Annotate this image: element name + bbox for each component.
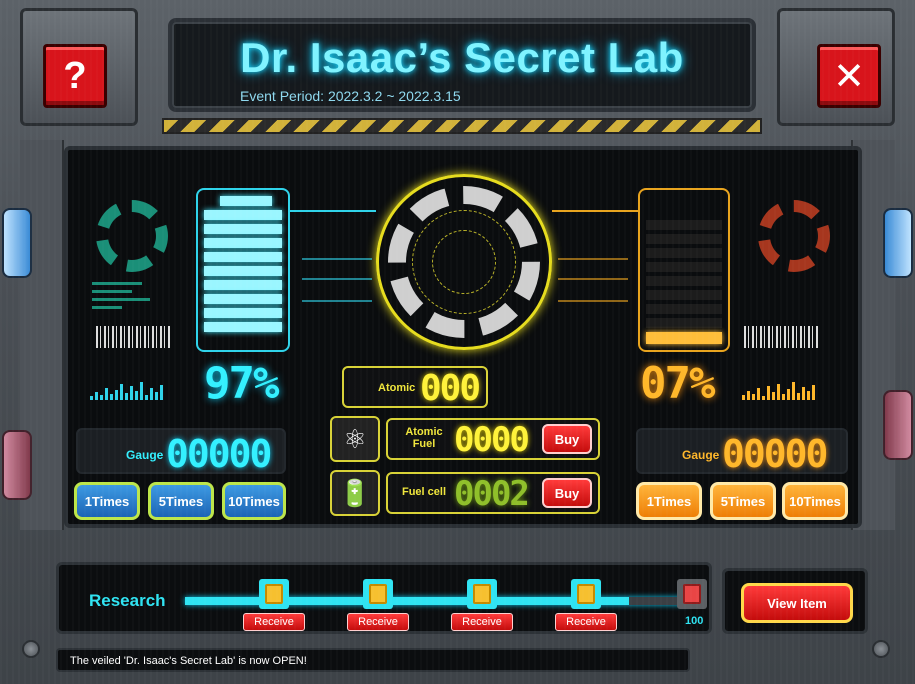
reward-node-final[interactable]: [677, 579, 707, 609]
card-icon: [473, 584, 491, 604]
right-5times-button[interactable]: 5Times: [710, 482, 776, 520]
left-gauge-value: 00000: [166, 432, 272, 476]
left-equalizer: [90, 382, 186, 400]
fuel-cell-value: 0002: [454, 474, 530, 514]
left-edge-cap-red: [2, 430, 32, 500]
card-icon: [577, 584, 595, 604]
research-end-value: 100: [685, 615, 704, 627]
left-1times-button[interactable]: 1Times: [74, 482, 140, 520]
hazard-stripe: [162, 118, 762, 134]
fuel-cell-row: Fuel cell 0002 Buy: [386, 472, 600, 514]
left-gauge-box: Gauge 00000: [76, 428, 286, 476]
battery-icon: 🔋: [330, 470, 380, 516]
receive-button-1[interactable]: Receive: [243, 613, 305, 631]
view-item-button[interactable]: View Item: [741, 583, 853, 623]
atom-icon: ⚛: [330, 416, 380, 462]
right-hud-ring: [758, 200, 830, 272]
reward-node-3[interactable]: [467, 579, 497, 609]
right-gauge-value: 00000: [722, 432, 828, 476]
atomic-value: 000: [420, 368, 481, 409]
atomic-fuel-row: Atomic Fuel 0000 Buy: [386, 418, 600, 460]
research-panel: Research Receive Receive Receive Receive…: [56, 562, 712, 634]
right-connector-line-4: [558, 300, 628, 302]
notice-ticker: The veiled 'Dr. Isaac's Secret Lab' is n…: [56, 648, 690, 672]
right-edge-cap-red: [883, 390, 913, 460]
left-barcode: [96, 326, 172, 348]
card-icon: [369, 584, 387, 604]
left-10times-button[interactable]: 10Times: [222, 482, 286, 520]
view-item-panel: View Item: [722, 568, 868, 634]
receive-button-3[interactable]: Receive: [451, 613, 513, 631]
buy-atomic-fuel-button[interactable]: Buy: [542, 424, 592, 454]
bolt-bottom-left: [22, 640, 40, 658]
atomic-label: Atomic: [378, 382, 416, 394]
right-barcode: [744, 326, 820, 348]
lab-window: ? ✕ Dr. Isaac’s Secret Lab Event Period:…: [0, 0, 915, 684]
left-hud-bars: [92, 282, 152, 314]
right-connector-line-3: [558, 278, 628, 280]
right-gauge-label: Gauge: [682, 448, 720, 462]
research-label: Research: [89, 591, 166, 610]
help-button[interactable]: ?: [43, 44, 107, 108]
fuel-cell-label: Fuel cell: [401, 486, 447, 498]
right-10times-button[interactable]: 10Times: [782, 482, 848, 520]
close-button[interactable]: ✕: [817, 44, 881, 108]
right-gauge-box: Gauge 00000: [636, 428, 848, 476]
right-connector-line-2: [558, 258, 628, 260]
atomic-fuel-label: Atomic Fuel: [405, 426, 443, 450]
title-panel: Dr. Isaac’s Secret Lab Event Period: 202…: [168, 18, 756, 112]
reactor-core-center: [432, 230, 496, 294]
left-connector-line-2: [302, 258, 372, 260]
reward-node-1[interactable]: [259, 579, 289, 609]
notice-text: The veiled 'Dr. Isaac's Secret Lab' is n…: [70, 655, 307, 667]
receive-button-2[interactable]: Receive: [347, 613, 409, 631]
card-icon: [265, 584, 283, 604]
left-hud-ring: [96, 200, 168, 272]
reward-node-4[interactable]: [571, 579, 601, 609]
main-screen: 97% Gauge 00000 1Times 5Times 10Times At…: [64, 146, 862, 528]
reward-node-2[interactable]: [363, 579, 393, 609]
atomic-fuel-value: 0000: [454, 420, 530, 460]
buy-fuel-cell-button[interactable]: Buy: [542, 478, 592, 508]
left-gauge-label: Gauge: [126, 448, 164, 462]
receive-button-4[interactable]: Receive: [555, 613, 617, 631]
atomic-counter: Atomic 000: [342, 366, 488, 409]
event-period: Event Period: 2022.3.2 ~ 2022.3.15: [240, 88, 461, 104]
left-edge-cap-blue: [2, 208, 32, 278]
left-5times-button[interactable]: 5Times: [148, 482, 214, 520]
right-connector-line: [552, 210, 638, 212]
right-1times-button[interactable]: 1Times: [636, 482, 702, 520]
bolt-bottom-right: [872, 640, 890, 658]
page-title: Dr. Isaac’s Secret Lab: [240, 34, 684, 81]
card-icon: [683, 584, 701, 604]
right-edge-cap-blue: [883, 208, 913, 278]
right-equalizer: [742, 382, 838, 400]
left-connector-line-3: [302, 278, 372, 280]
left-percent: 97%: [204, 358, 279, 409]
right-percent: 07%: [640, 358, 715, 409]
right-battery-gauge: [638, 188, 730, 352]
left-connector-line: [290, 210, 376, 212]
left-battery-gauge: [196, 188, 290, 352]
left-connector-line-4: [302, 300, 372, 302]
